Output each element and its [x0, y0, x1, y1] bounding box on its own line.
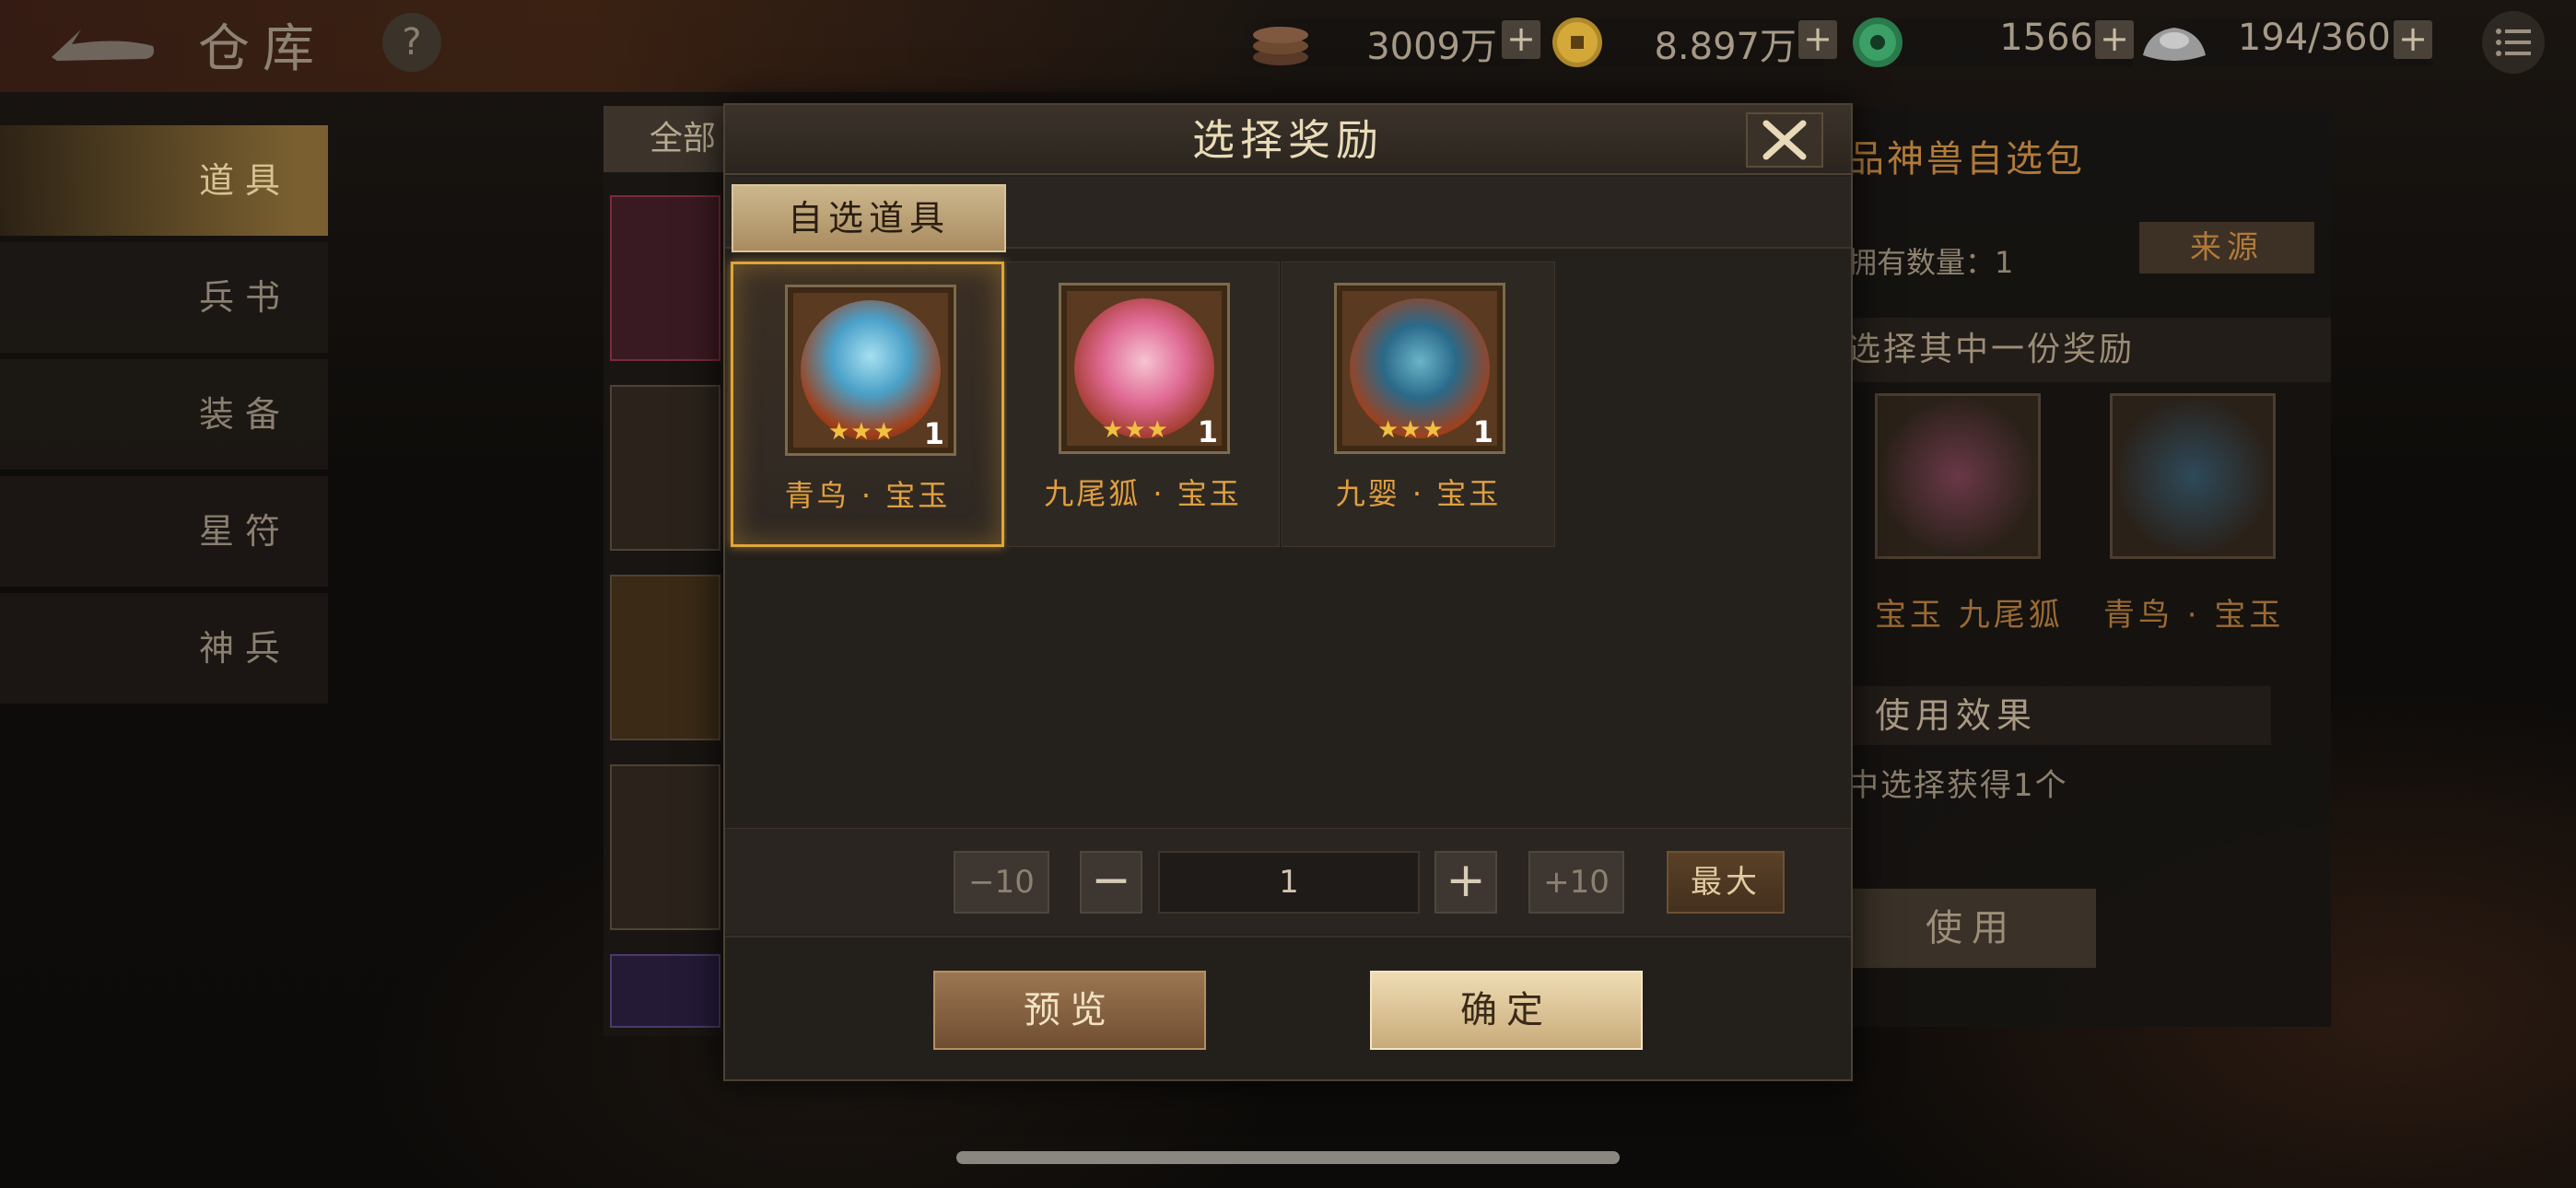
reward-item-blue-bird[interactable]: ★★★ 1 青鸟 · 宝玉: [731, 262, 1004, 547]
effect-text: 中选择获得1个: [1847, 767, 2068, 804]
quantity-stepper: −10 − 1 + +10 最大: [725, 828, 1851, 934]
item-quantity: 1: [923, 416, 944, 451]
dialog-footer: 预览 确定: [725, 936, 1851, 1079]
detail-title: 品神兽自选包: [1847, 138, 2085, 181]
item-portrait: ★★★ 1: [1059, 283, 1230, 454]
help-button[interactable]: ?: [382, 13, 441, 72]
dialog-title: 选择奖励: [1192, 115, 1384, 165]
preview-button[interactable]: 预览: [933, 971, 1206, 1050]
sidebar-item-props[interactable]: 道具: [0, 125, 328, 236]
item-portrait: ★★★ 1: [785, 285, 956, 456]
plus-button[interactable]: +: [1434, 851, 1497, 914]
select-reward-dialog: 选择奖励 自选道具 ★★★ 1 青鸟 · 宝玉 ★★★ 1 九尾狐 · 宝玉 ★…: [723, 103, 1853, 1081]
list-item[interactable]: [610, 764, 720, 930]
quantity-input[interactable]: 1: [1158, 851, 1420, 914]
add-copper-button[interactable]: +: [1502, 20, 1540, 59]
preview-label-bird: 青鸟 · 宝玉: [2103, 597, 2285, 634]
source-button[interactable]: 来源: [2139, 222, 2314, 274]
list-item[interactable]: [610, 385, 720, 551]
reward-item-nine-tail-fox[interactable]: ★★★ 1 九尾狐 · 宝玉: [1006, 262, 1280, 547]
back-arrow-icon: [52, 29, 154, 61]
plus-10-button[interactable]: +10: [1528, 851, 1624, 914]
item-name: 九婴 · 宝玉: [1335, 476, 1502, 511]
preview-label-fox: 宝玉 九尾狐: [1875, 597, 2064, 634]
gold-coin-icon: [1552, 17, 1602, 67]
reward-grid: ★★★ 1 青鸟 · 宝玉 ★★★ 1 九尾狐 · 宝玉 ★★★ 1 九婴 · …: [731, 262, 1849, 823]
resource-gold-value: 8.897万: [1654, 26, 1797, 68]
item-name: 青鸟 · 宝玉: [784, 478, 951, 513]
filter-tab-all[interactable]: 全部: [603, 106, 723, 172]
add-gold-button[interactable]: +: [1798, 20, 1837, 59]
reward-item-nine-headed-serpent[interactable]: ★★★ 1 九婴 · 宝玉: [1282, 262, 1555, 547]
resource-jade-value: 1566: [1999, 17, 2093, 59]
add-jade-button[interactable]: +: [2095, 20, 2134, 59]
item-quantity: 1: [1197, 414, 1218, 449]
sidebar-item-books[interactable]: 兵书: [0, 242, 328, 353]
sidebar-item-equipment[interactable]: 装备: [0, 359, 328, 470]
menu-button[interactable]: [2482, 11, 2545, 74]
sidebar-item-runes[interactable]: 星符: [0, 476, 328, 587]
item-portrait: ★★★ 1: [1334, 283, 1505, 454]
use-button[interactable]: 使用: [1847, 889, 2096, 968]
silver-ingot-icon: [2143, 28, 2206, 61]
item-quantity: 1: [1472, 414, 1493, 449]
copper-coin-stack-icon: [1253, 27, 1308, 65]
minus-button[interactable]: −: [1080, 851, 1142, 914]
jade-icon: [1853, 17, 1903, 67]
back-button[interactable]: [44, 17, 164, 68]
close-button[interactable]: [1746, 112, 1823, 168]
preview-reward-fox[interactable]: [1875, 393, 2041, 559]
minus-10-button[interactable]: −10: [954, 851, 1049, 914]
star-rating: ★★★: [1102, 416, 1169, 444]
sidebar-item-weapons[interactable]: 神兵: [0, 593, 328, 704]
list-item[interactable]: [610, 954, 720, 1028]
list-item[interactable]: [610, 195, 720, 361]
list-menu-icon: [2496, 29, 2531, 56]
add-silver-button[interactable]: +: [2394, 20, 2432, 59]
confirm-button[interactable]: 确定: [1370, 971, 1643, 1050]
max-button[interactable]: 最大: [1667, 851, 1785, 914]
top-bar: 仓库 ? 3009万 + 8.897万 + 1566 + 194/360 +: [0, 0, 2576, 85]
item-name: 九尾狐 · 宝玉: [1044, 476, 1242, 511]
star-rating: ★★★: [828, 418, 896, 446]
tab-optional-items[interactable]: 自选道具: [732, 184, 1006, 252]
dialog-tabbar: 自选道具: [725, 177, 1851, 252]
effect-header: 使用效果: [1847, 686, 2271, 745]
close-icon: [1762, 120, 1807, 160]
preview-reward-bird[interactable]: [2110, 393, 2276, 559]
list-item[interactable]: [610, 575, 720, 740]
item-detail-panel: 品神兽自选包 拥有数量：1 来源 选择其中一份奖励 宝玉 九尾狐 青鸟 · 宝玉…: [1847, 106, 2331, 1027]
home-indicator[interactable]: [956, 1151, 1620, 1164]
dialog-header: 选择奖励: [725, 105, 1851, 175]
resource-silver-value: 194/360: [2237, 17, 2391, 59]
star-rating: ★★★: [1377, 416, 1445, 444]
category-sidebar: 道具 兵书 装备 星符 神兵: [0, 125, 328, 710]
page-title: 仓库: [198, 19, 327, 79]
owned-count: 拥有数量：1: [1847, 245, 2014, 280]
resource-copper-value: 3009万: [1366, 26, 1497, 68]
choose-hint: 选择其中一份奖励: [1847, 318, 2331, 382]
